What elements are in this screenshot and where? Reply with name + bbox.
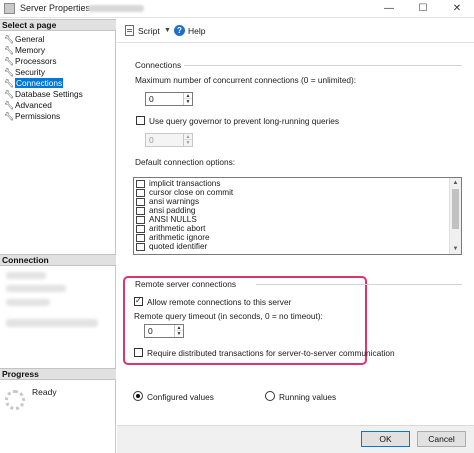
remote-group-label: Remote server connections xyxy=(135,279,236,289)
redacted-connection-info xyxy=(6,272,46,279)
scroll-thumb[interactable] xyxy=(452,189,459,229)
configured-values-label: Configured values xyxy=(147,392,214,402)
progress-spinner-icon xyxy=(5,390,25,410)
max-connections-stepper[interactable]: 0 ▲ ▼ xyxy=(145,92,193,106)
toolbar: Script ▼ ? Help xyxy=(117,19,474,43)
progress-status: Ready xyxy=(32,387,57,397)
running-values-radio[interactable] xyxy=(265,391,275,401)
default-options-label: Default connection options: xyxy=(135,157,236,167)
list-scrollbar[interactable]: ▲ ▼ xyxy=(449,178,461,254)
group-divider xyxy=(184,65,462,66)
query-governor-value: 0 xyxy=(149,135,154,145)
spin-down-icon[interactable]: ▼ xyxy=(184,99,192,105)
page-item-processors[interactable]: 🔧︎ Processors xyxy=(3,56,113,67)
remote-timeout-value: 0 xyxy=(148,326,153,336)
allow-remote-checkbox[interactable] xyxy=(134,296,143,306)
option-checkbox[interactable] xyxy=(136,225,145,233)
connections-group-label: Connections xyxy=(135,60,182,70)
option-checkbox[interactable] xyxy=(136,234,145,242)
option-checkbox[interactable] xyxy=(136,216,145,224)
group-divider xyxy=(256,284,462,285)
maximize-button[interactable]: ☐ xyxy=(406,0,440,18)
option-checkbox[interactable] xyxy=(136,189,145,197)
script-icon xyxy=(125,25,134,36)
max-connections-value: 0 xyxy=(149,94,154,104)
wrench-icon: 🔧︎ xyxy=(4,35,15,44)
page-item-advanced[interactable]: 🔧︎ Advanced xyxy=(3,100,113,111)
redacted-connection-link xyxy=(6,319,98,327)
spin-down-icon[interactable]: ▼ xyxy=(175,331,183,337)
allow-remote-label: Allow remote connections to this server xyxy=(147,297,292,307)
select-page-header: Select a page xyxy=(0,19,116,31)
list-item[interactable]: quoted identifier xyxy=(136,242,446,252)
window-title: Server Properties - xyxy=(20,3,96,13)
query-governor-checkbox[interactable] xyxy=(136,116,145,125)
wrench-icon: 🔧︎ xyxy=(4,90,15,99)
wrench-icon: 🔧︎ xyxy=(4,79,15,88)
page-item-general[interactable]: 🔧︎ General xyxy=(3,34,113,45)
left-pane: Select a page 🔧︎ General 🔧︎ Memory 🔧︎ Proce… xyxy=(0,19,116,453)
page-item-security[interactable]: 🔧︎ Security xyxy=(3,67,113,78)
help-icon[interactable]: ? xyxy=(174,25,185,36)
ok-button[interactable]: OK xyxy=(361,431,410,447)
chevron-down-icon[interactable]: ▼ xyxy=(164,27,171,34)
wrench-icon: 🔧︎ xyxy=(4,68,15,77)
page-list: 🔧︎ General 🔧︎ Memory 🔧︎ Processors 🔧︎ Securi… xyxy=(3,34,113,122)
wrench-icon: 🔧︎ xyxy=(4,101,15,110)
wrench-icon: 🔧︎ xyxy=(4,57,15,66)
option-checkbox[interactable] xyxy=(136,180,145,188)
remote-timeout-stepper[interactable]: 0 ▲ ▼ xyxy=(144,324,184,338)
running-values-label: Running values xyxy=(279,392,337,402)
connection-header: Connection xyxy=(0,254,116,266)
cancel-button[interactable]: Cancel xyxy=(417,431,466,447)
title-bar: Server Properties - — ☐ ✕ xyxy=(0,0,474,18)
help-button[interactable]: Help xyxy=(188,26,205,36)
option-checkbox[interactable] xyxy=(136,198,145,206)
page-item-connections[interactable]: 🔧︎ Connections xyxy=(3,78,113,89)
option-checkbox[interactable] xyxy=(136,207,145,215)
wrench-icon: 🔧︎ xyxy=(4,46,15,55)
distributed-transactions-checkbox[interactable] xyxy=(134,348,143,357)
redacted-server-name xyxy=(88,5,144,12)
option-checkbox[interactable] xyxy=(136,243,145,251)
distributed-transactions-label: Require distributed transactions for ser… xyxy=(147,348,395,358)
redacted-connection-info xyxy=(6,285,66,292)
query-governor-label: Use query governor to prevent long-runni… xyxy=(149,116,340,126)
minimize-button[interactable]: — xyxy=(372,0,406,18)
server-icon xyxy=(4,3,15,14)
page-item-permissions[interactable]: 🔧︎ Permissions xyxy=(3,111,113,122)
scroll-up-icon[interactable]: ▲ xyxy=(450,178,461,188)
scroll-down-icon[interactable]: ▼ xyxy=(450,244,461,254)
remote-timeout-label: Remote query timeout (in seconds, 0 = no… xyxy=(134,311,323,321)
script-button[interactable]: Script xyxy=(138,26,160,36)
page-item-memory[interactable]: 🔧︎ Memory xyxy=(3,45,113,56)
default-options-list[interactable]: implicit transactions cursor close on co… xyxy=(133,177,462,255)
progress-header: Progress xyxy=(0,368,116,380)
redacted-connection-info xyxy=(6,299,50,306)
page-item-database-settings[interactable]: 🔧︎ Database Settings xyxy=(3,89,113,100)
query-governor-stepper: 0 ▲ ▼ xyxy=(145,133,193,147)
configured-values-radio[interactable] xyxy=(133,391,143,401)
close-button[interactable]: ✕ xyxy=(440,0,474,18)
spin-down-icon: ▼ xyxy=(185,140,191,146)
wrench-icon: 🔧︎ xyxy=(4,112,15,121)
max-connections-label: Maximum number of concurrent connections… xyxy=(135,75,357,85)
